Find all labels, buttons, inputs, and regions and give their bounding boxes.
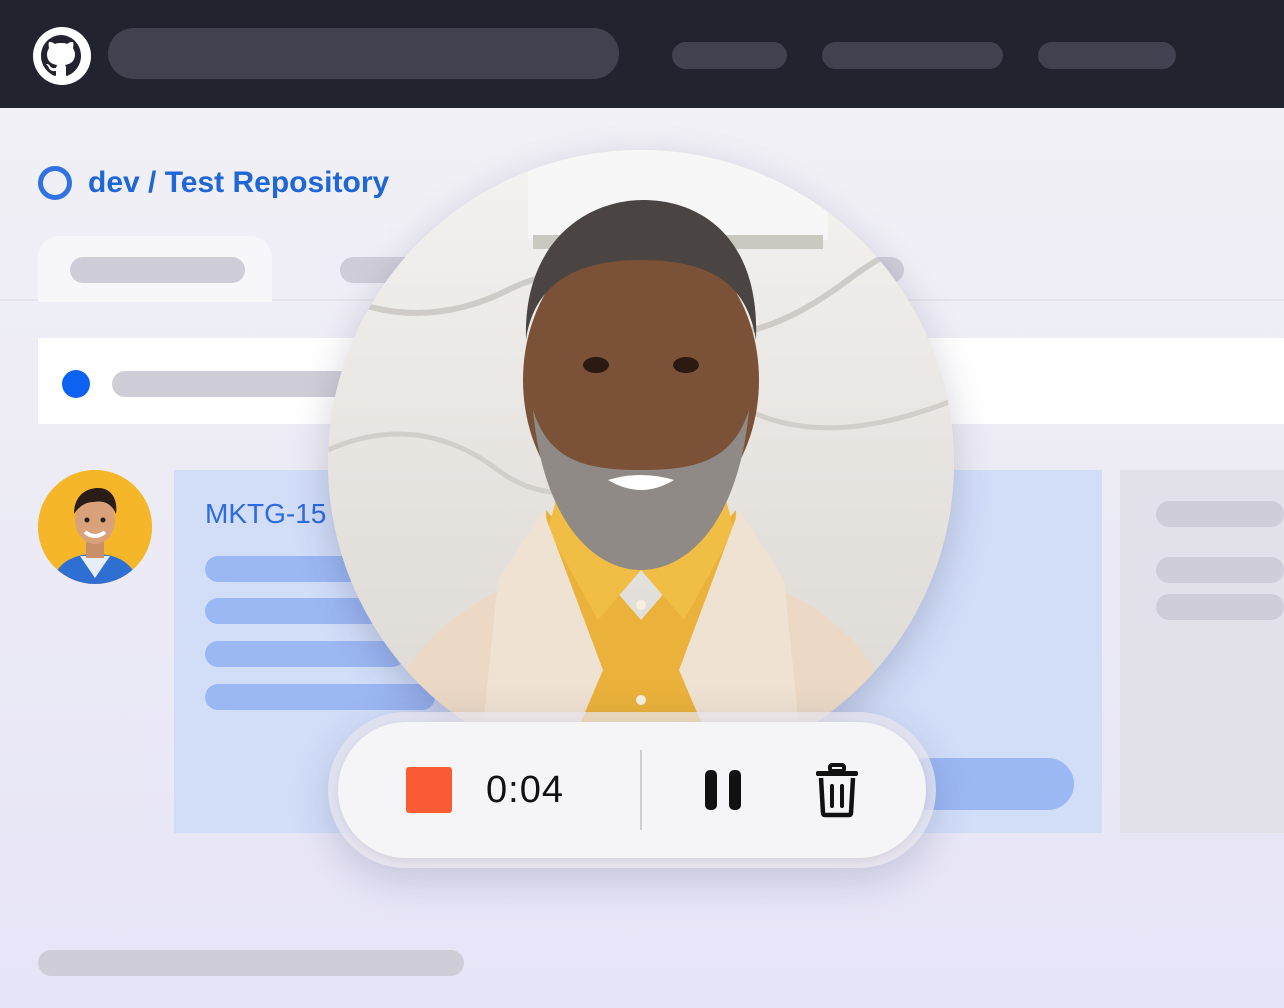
presenter-video-bubble[interactable] bbox=[328, 150, 954, 776]
nav-item-1[interactable] bbox=[672, 42, 787, 69]
footer-placeholder bbox=[38, 950, 464, 976]
controls-divider bbox=[640, 750, 642, 830]
user-avatar[interactable] bbox=[38, 470, 152, 584]
issue-text-line bbox=[205, 641, 405, 667]
repo-breadcrumb[interactable]: dev / Test Repository bbox=[38, 165, 389, 201]
nav-item-2[interactable] bbox=[822, 42, 1003, 69]
circle-ring-icon bbox=[38, 166, 72, 200]
github-icon[interactable] bbox=[30, 26, 94, 86]
pause-button[interactable] bbox=[700, 766, 746, 814]
repo-title-text: dev / Test Repository bbox=[88, 166, 390, 199]
avatar-illustration bbox=[38, 470, 152, 584]
stop-icon[interactable] bbox=[406, 767, 452, 813]
status-dot-icon bbox=[62, 370, 90, 398]
side-panel-line bbox=[1156, 557, 1284, 583]
side-panel-line bbox=[1156, 594, 1284, 620]
side-panel-line bbox=[1156, 501, 1284, 527]
trash-icon bbox=[816, 763, 858, 818]
pause-icon bbox=[705, 770, 741, 810]
presenter-camera-feed bbox=[328, 150, 954, 776]
tab-label-placeholder bbox=[70, 257, 245, 283]
issue-text-line bbox=[205, 598, 385, 624]
top-nav-bar bbox=[0, 0, 1284, 108]
delete-button[interactable] bbox=[812, 762, 862, 818]
issue-text-line bbox=[205, 684, 435, 710]
nav-item-3[interactable] bbox=[1038, 42, 1176, 69]
search-input[interactable] bbox=[108, 28, 619, 79]
recording-timer: 0:04 bbox=[486, 769, 564, 811]
